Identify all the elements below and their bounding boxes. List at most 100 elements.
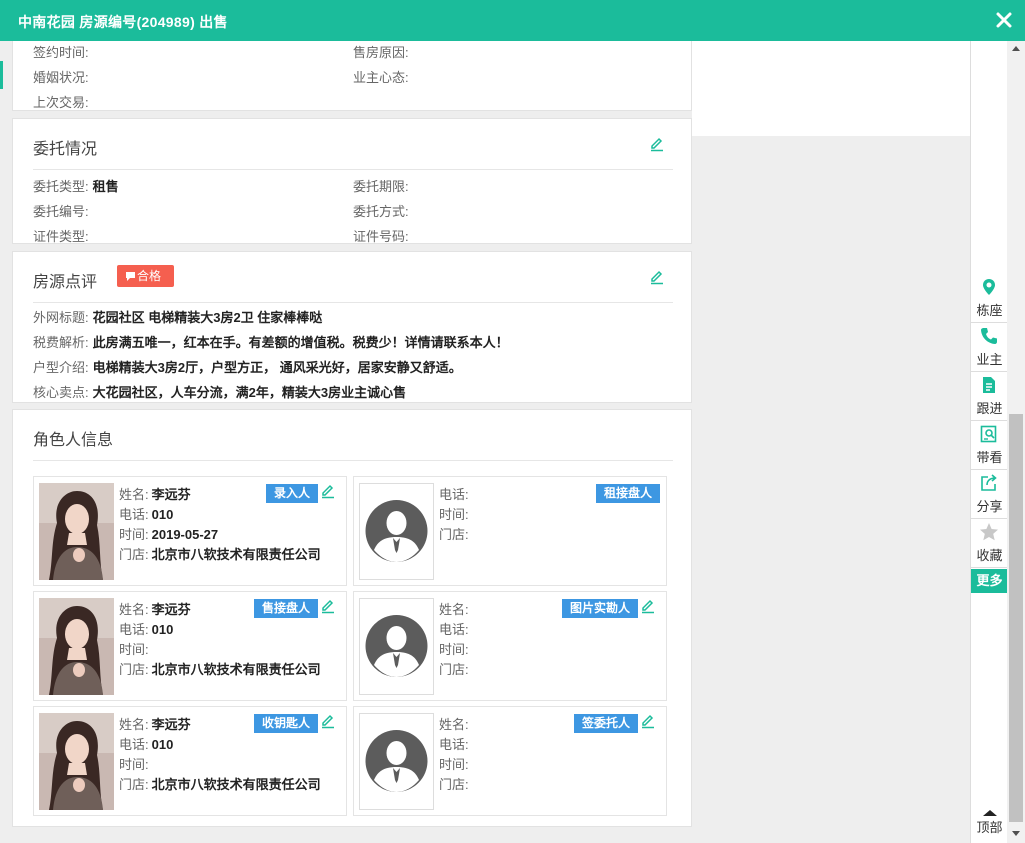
- owner-button[interactable]: 业主: [971, 324, 1008, 372]
- role-store-row: 门店:: [439, 774, 472, 793]
- more-button[interactable]: 更多: [971, 569, 1008, 593]
- role-phone-row: 电话:: [439, 484, 472, 503]
- role-store-row: 门店:: [439, 659, 472, 678]
- role-edit-icon[interactable]: [640, 713, 656, 729]
- entrust-edit-icon[interactable]: [649, 136, 665, 152]
- avatar-placeholder-icon: [359, 598, 434, 695]
- role-tag: 收钥匙人: [253, 714, 318, 733]
- selling-point-row: 核心卖点: 大花园社区，人车分流，满2年，精装大3房业主诚心售: [33, 385, 407, 400]
- role-time-row: 时间:: [439, 639, 472, 658]
- role-person-card: 姓名: 李远芬 电话: 010 时间: 门店: 北京市八软技术有限责任公司 收钥匙人: [33, 706, 347, 816]
- role-edit-icon[interactable]: [320, 713, 336, 729]
- role-tag: 租接盘人: [595, 484, 660, 503]
- share-icon: [981, 474, 997, 491]
- field-label: 门店:: [119, 777, 149, 792]
- role-phone-row: 电话: 010: [119, 734, 173, 753]
- field-label: 姓名:: [119, 717, 149, 732]
- share-button[interactable]: 分享: [971, 471, 1008, 519]
- entrust-method-row: 委托方式:: [353, 204, 409, 219]
- field-value: 2019-05-27: [151, 527, 219, 542]
- star-icon: [980, 523, 998, 541]
- role-edit-icon[interactable]: [320, 598, 336, 614]
- follow-button[interactable]: 跟进: [971, 373, 1008, 421]
- review-edit-icon[interactable]: [649, 269, 665, 285]
- field-label: 电话:: [119, 737, 149, 752]
- field-value: 李远芬: [151, 487, 191, 502]
- entrust-title: 委托情况: [33, 141, 98, 158]
- field-label: 时间:: [119, 642, 149, 657]
- avatar: [39, 598, 114, 695]
- building-button[interactable]: 栋座: [971, 275, 1008, 323]
- field-label: 门店:: [119, 662, 149, 677]
- back-to-top-button[interactable]: 顶部: [971, 807, 1008, 841]
- role-name-row: 姓名:: [439, 714, 472, 733]
- scroll-down-icon[interactable]: [1012, 831, 1020, 836]
- field-label: 时间:: [439, 507, 469, 522]
- layout-row: 户型介绍: 电梯精装大3房2厅，户型方正， 通风采光好，居家安静又舒适。: [33, 360, 462, 375]
- field-label: 电话:: [119, 507, 149, 522]
- field-label: 门店:: [439, 527, 469, 542]
- scrollbar-thumb[interactable]: [1009, 414, 1023, 822]
- field-label: 门店:: [439, 777, 469, 792]
- background-panel: [692, 41, 970, 136]
- role-name-row: 姓名: 李远芬: [119, 484, 191, 503]
- arrow-up-icon: [982, 810, 997, 816]
- dialog-title: 中南花园 房源编号(204989) 出售: [18, 14, 228, 30]
- scroll-up-icon[interactable]: [1012, 46, 1020, 51]
- right-toolbar: 栋座 业主 跟进 带看 分享 收藏 更多 顶部: [970, 41, 1008, 843]
- web-title-row: 外网标题: 花园社区 电梯精装大3房2卫 住家棒棒哒: [33, 310, 323, 325]
- field-label: 姓名:: [439, 717, 469, 732]
- role-name-row: 姓名: 李远芬: [119, 714, 191, 733]
- marital-row: 婚姻状况:: [33, 70, 89, 85]
- field-value: 李远芬: [151, 717, 191, 732]
- divider: [33, 460, 673, 461]
- field-label: 门店:: [439, 662, 469, 677]
- role-tag: 录入人: [265, 484, 318, 503]
- field-label: 电话:: [119, 622, 149, 637]
- field-label: 时间:: [439, 757, 469, 772]
- avatar: [39, 713, 114, 810]
- avatar: [39, 483, 114, 580]
- role-person-card: 电话: 时间: 门店: 租接盘人: [353, 476, 667, 586]
- field-label: 电话:: [439, 622, 469, 637]
- field-value: 李远芬: [151, 602, 191, 617]
- role-tag: 图片实勘人: [561, 599, 638, 618]
- viewing-button[interactable]: 带看: [971, 422, 1008, 470]
- review-card: 房源点评 合格 外网标题: 花园社区 电梯精装大3房2卫 住家棒棒哒 税费解析: 此…: [12, 251, 692, 403]
- entrust-period-row: 委托期限:: [353, 179, 409, 194]
- divider: [33, 302, 673, 303]
- role-tag: 售接盘人: [253, 599, 318, 618]
- field-value: 010: [151, 507, 174, 522]
- last-trade-row: 上次交易:: [33, 95, 89, 110]
- dialog-content: 签约时间: 售房原因: 婚姻状况: 业主心态: 上次交易: 委托情况 委托类型:…: [0, 41, 970, 843]
- role-phone-row: 电话:: [439, 734, 472, 753]
- transaction-info-card: 签约时间: 售房原因: 婚姻状况: 业主心态: 上次交易:: [12, 41, 692, 111]
- field-label: 电话:: [439, 737, 469, 752]
- field-label: 电话:: [439, 487, 469, 502]
- field-label: 时间:: [439, 642, 469, 657]
- role-time-row: 时间: 2019-05-27: [119, 524, 218, 543]
- role-person-card: 姓名: 电话: 时间: 门店: 图片实勘人: [353, 591, 667, 701]
- roles-card: 角色人信息 姓名: 李远芬 电话: 010 时间: 2019-05-27 门店: 北京市八软技…: [12, 409, 692, 827]
- roles-title: 角色人信息: [33, 432, 114, 449]
- favorite-button[interactable]: 收藏: [971, 520, 1008, 568]
- entrust-type-row: 委托类型: 租售: [33, 179, 119, 194]
- role-name-row: 姓名: 李远芬: [119, 599, 191, 618]
- field-value: 010: [151, 622, 174, 637]
- comment-icon: [126, 272, 135, 281]
- scrollbar[interactable]: [1007, 41, 1025, 843]
- entrust-card: 委托情况 委托类型: 租售 委托期限: 委托编号: 委托方式: 证件类型: 证件号…: [12, 118, 692, 244]
- field-label: 姓名:: [439, 602, 469, 617]
- role-edit-icon[interactable]: [320, 483, 336, 499]
- role-phone-row: 电话: 010: [119, 504, 173, 523]
- role-phone-row: 电话:: [439, 619, 472, 638]
- review-title: 房源点评: [33, 274, 98, 291]
- close-icon[interactable]: [995, 11, 1013, 29]
- role-person-card: 姓名: 李远芬 电话: 010 时间: 2019-05-27 门店: 北京市八软技术有限责任公…: [33, 476, 347, 586]
- role-store-row: 门店: 北京市八软技术有限责任公司: [119, 544, 321, 563]
- cert-no-row: 证件号码:: [353, 229, 409, 244]
- field-value: 北京市八软技术有限责任公司: [151, 547, 321, 562]
- phone-icon: [981, 328, 997, 344]
- left-edge-marker: [0, 61, 3, 89]
- role-edit-icon[interactable]: [640, 598, 656, 614]
